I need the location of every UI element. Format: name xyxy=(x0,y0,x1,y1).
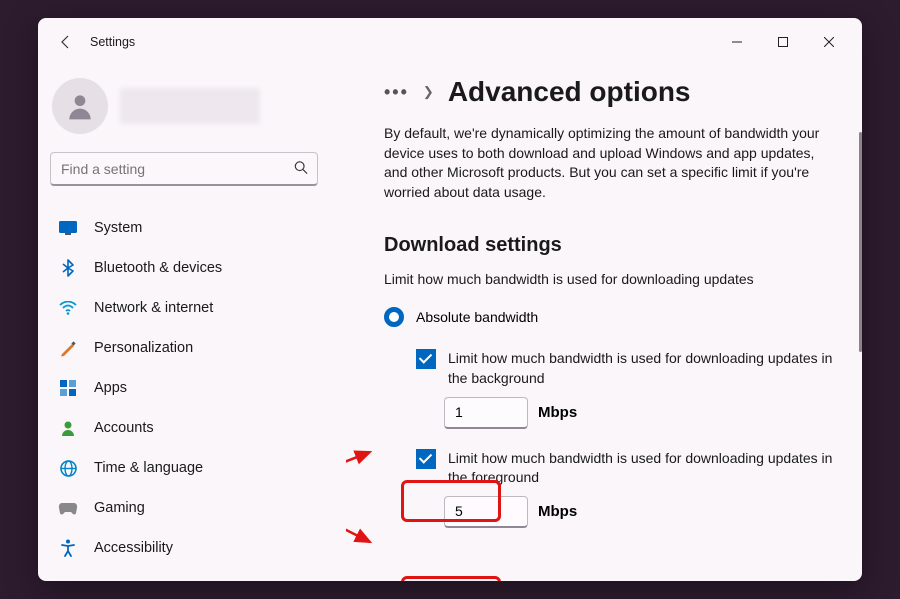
settings-window: Settings System xyxy=(38,18,862,581)
nav-item-gaming[interactable]: Gaming xyxy=(48,488,346,528)
system-icon xyxy=(58,218,78,238)
checkbox-checked-icon[interactable] xyxy=(416,449,436,469)
nav-item-personalization[interactable]: Personalization xyxy=(48,328,346,368)
unit-label: Mbps xyxy=(538,503,577,520)
radio-label: Absolute bandwidth xyxy=(416,309,538,325)
nav-label: Apps xyxy=(94,380,127,396)
title-bar: Settings xyxy=(38,18,862,66)
nav-list: System Bluetooth & devices Network & int… xyxy=(48,208,346,568)
download-settings-subtitle: Limit how much bandwidth is used for dow… xyxy=(384,271,842,287)
nav-item-accounts[interactable]: Accounts xyxy=(48,408,346,448)
maximize-button[interactable] xyxy=(760,26,806,58)
nav-label: Time & language xyxy=(94,460,203,476)
foreground-limit-input-row: Mbps xyxy=(444,496,842,528)
close-button[interactable] xyxy=(806,26,852,58)
background-limit-input-row: Mbps xyxy=(444,397,842,429)
foreground-limit-checkbox-row[interactable]: Limit how much bandwidth is used for dow… xyxy=(416,449,842,488)
search-box[interactable] xyxy=(50,152,318,186)
nav-item-system[interactable]: System xyxy=(48,208,346,248)
avatar xyxy=(52,78,108,134)
nav-label: Accounts xyxy=(94,420,154,436)
nav-label: System xyxy=(94,220,142,236)
unit-label: Mbps xyxy=(538,404,577,421)
download-settings-heading: Download settings xyxy=(384,234,842,257)
radio-selected-icon[interactable] xyxy=(384,307,404,327)
breadcrumb: ••• ❯ Advanced options xyxy=(384,76,842,108)
background-limit-label: Limit how much bandwidth is used for dow… xyxy=(448,349,842,388)
nav-item-accessibility[interactable]: Accessibility xyxy=(48,528,346,568)
nav-item-bluetooth[interactable]: Bluetooth & devices xyxy=(48,248,346,288)
nav-label: Bluetooth & devices xyxy=(94,260,222,276)
scrollbar-thumb[interactable] xyxy=(859,132,862,352)
background-limit-checkbox-row[interactable]: Limit how much bandwidth is used for dow… xyxy=(416,349,842,388)
personalization-icon xyxy=(58,338,78,358)
accounts-icon xyxy=(58,418,78,438)
profile-name-redacted xyxy=(120,88,260,124)
profile-block[interactable] xyxy=(48,66,346,150)
annotation-arrow-to-foreground xyxy=(346,490,380,550)
foreground-bandwidth-input[interactable] xyxy=(444,496,528,528)
nav-item-apps[interactable]: Apps xyxy=(48,368,346,408)
network-icon xyxy=(58,298,78,318)
absolute-bandwidth-radio-row[interactable]: Absolute bandwidth xyxy=(384,307,842,327)
minimize-button[interactable] xyxy=(714,26,760,58)
content-pane: ••• ❯ Advanced options By default, we're… xyxy=(346,66,862,581)
breadcrumb-overflow-icon[interactable]: ••• xyxy=(384,82,409,103)
foreground-limit-label: Limit how much bandwidth is used for dow… xyxy=(448,449,842,488)
nav-item-time-language[interactable]: Time & language xyxy=(48,448,346,488)
annotation-arrow-to-background xyxy=(346,444,380,494)
gaming-icon xyxy=(58,498,78,518)
search-icon xyxy=(294,161,308,178)
background-bandwidth-input[interactable] xyxy=(444,397,528,429)
nav-label: Personalization xyxy=(94,340,193,356)
checkbox-checked-icon[interactable] xyxy=(416,349,436,369)
apps-icon xyxy=(58,378,78,398)
back-button[interactable] xyxy=(48,24,84,60)
sidebar: System Bluetooth & devices Network & int… xyxy=(38,66,346,581)
nav-label: Accessibility xyxy=(94,540,173,556)
nav-label: Network & internet xyxy=(94,300,213,316)
nav-label: Gaming xyxy=(94,500,145,516)
page-title: Advanced options xyxy=(448,76,691,108)
accessibility-icon xyxy=(58,538,78,558)
window-title: Settings xyxy=(90,35,135,49)
search-input[interactable] xyxy=(50,152,318,186)
time-language-icon xyxy=(58,458,78,478)
annotation-highlight-foreground-input xyxy=(401,576,501,581)
page-description: By default, we're dynamically optimizing… xyxy=(384,124,824,202)
chevron-right-icon: ❯ xyxy=(423,84,434,100)
bluetooth-icon xyxy=(58,258,78,278)
nav-item-network[interactable]: Network & internet xyxy=(48,288,346,328)
